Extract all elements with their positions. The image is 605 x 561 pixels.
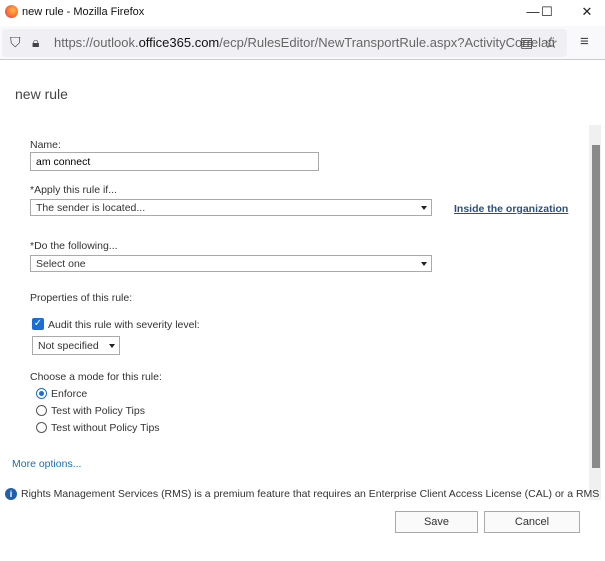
scrollbar-thumb[interactable] (592, 145, 600, 468)
mode-label: Choose a mode for this rule: (30, 371, 162, 383)
chevron-down-icon (421, 262, 427, 266)
url-text[interactable]: https://outlook.office365.com/ecp/RulesE… (54, 35, 555, 50)
audit-checkbox[interactable]: ✓ (32, 318, 44, 330)
save-button[interactable]: Save (395, 511, 478, 533)
chevron-down-icon (421, 206, 427, 210)
menu-icon[interactable]: ≡ (580, 33, 589, 50)
firefox-icon (5, 5, 18, 18)
severity-value: Not specified (38, 340, 99, 352)
maximize-button[interactable]: ☐ (532, 2, 562, 22)
mode-test-with-tips-radio[interactable] (36, 405, 47, 416)
url-bar[interactable]: ⛉ 🔒︎ https://outlook.office365.com/ecp/R… (2, 29, 567, 57)
cancel-button[interactable]: Cancel (484, 511, 580, 533)
page-title: new rule (15, 86, 68, 102)
apply-label: *Apply this rule if... (30, 184, 117, 196)
audit-label: Audit this rule with severity level: (48, 319, 200, 331)
rms-info-text: Rights Management Services (RMS) is a pr… (21, 488, 600, 500)
nav-bar: ⛉ 🔒︎ https://outlook.office365.com/ecp/R… (0, 26, 605, 60)
mode-test-with-tips-label: Test with Policy Tips (51, 405, 145, 417)
bookmark-star-icon[interactable]: ☆ (544, 33, 558, 53)
more-options-link[interactable]: More options... (12, 458, 81, 470)
name-input[interactable]: am connect (30, 152, 319, 171)
shield-icon[interactable]: ⛉ (10, 34, 21, 51)
inside-organization-link[interactable]: Inside the organization (454, 203, 568, 215)
reader-view-icon[interactable]: ▤ (520, 34, 533, 51)
severity-select[interactable]: Not specified (32, 336, 120, 355)
name-label: Name: (30, 139, 61, 151)
mode-test-without-tips-radio[interactable] (36, 422, 47, 433)
chevron-down-icon (109, 344, 115, 348)
mode-test-without-tips-label: Test without Policy Tips (51, 422, 160, 434)
do-label: *Do the following... (30, 240, 118, 252)
properties-label: Properties of this rule: (30, 292, 133, 304)
window-title: new rule - Mozilla Firefox (22, 6, 145, 18)
mode-enforce-label: Enforce (51, 388, 88, 400)
lock-icon[interactable]: 🔒︎ (32, 34, 39, 51)
apply-value: The sender is located... (36, 202, 146, 214)
action-select[interactable]: Select one (30, 255, 432, 272)
apply-condition-select[interactable]: The sender is located... (30, 199, 432, 216)
info-icon: i (5, 488, 17, 500)
close-button[interactable]: ✕ (572, 2, 602, 22)
mode-enforce-radio[interactable] (36, 388, 47, 399)
action-value: Select one (36, 258, 86, 270)
title-bar: new rule - Mozilla Firefox — ☐ ✕ (0, 0, 605, 26)
